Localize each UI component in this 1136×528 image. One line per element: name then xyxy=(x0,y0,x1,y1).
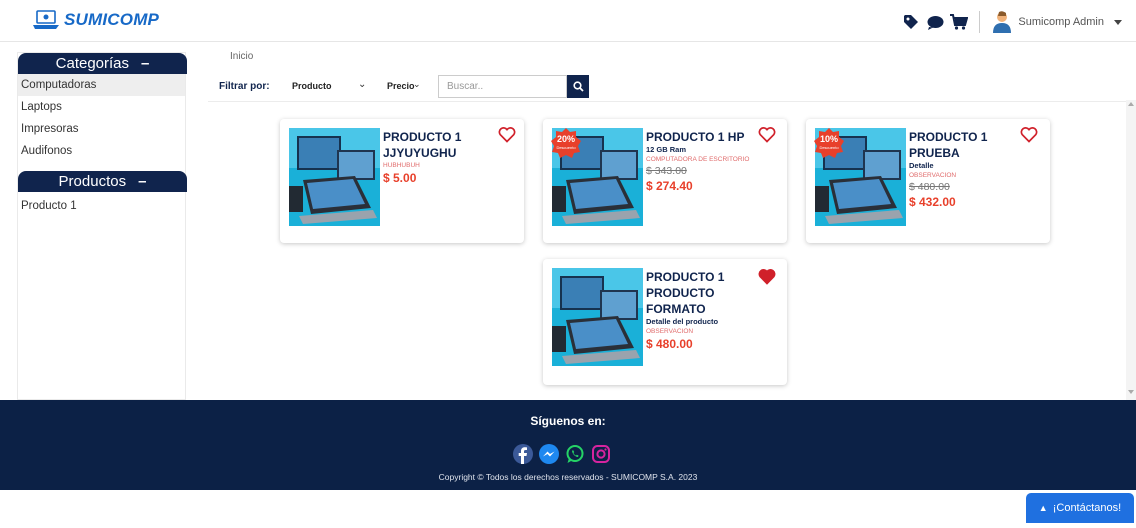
breadcrumb[interactable]: Inicio xyxy=(230,51,253,62)
brand-logo[interactable]: SUMICOMP xyxy=(32,10,159,30)
heart-outline-icon[interactable] xyxy=(1020,126,1038,143)
sidebar-item-laptops[interactable]: Laptops xyxy=(18,96,185,118)
precio-filter-select[interactable]: Precio xyxy=(387,81,415,91)
product-price: $ 432.00 xyxy=(909,195,956,209)
product-price: $ 480.00 xyxy=(646,337,693,351)
product-card[interactable]: PRODUCTO 1 PRODUCTO FORMATO Detalle del … xyxy=(543,259,787,385)
product-detail: Detalle del producto xyxy=(646,317,719,326)
filter-label: Filtrar por: xyxy=(219,81,270,92)
categories-header[interactable]: Categorías – xyxy=(18,53,187,74)
product-name[interactable]: PRODUCTO 1 JJYUYUGHU xyxy=(383,129,503,161)
heart-outline-icon[interactable] xyxy=(498,126,516,143)
contact-button[interactable]: ▲ ¡Contáctanos! xyxy=(1026,493,1134,523)
product-detail: 12 GB Ram xyxy=(646,145,687,154)
product-price: $ 5.00 xyxy=(383,171,417,185)
brand-name: SUMICOMP xyxy=(64,10,160,29)
cart-icon[interactable] xyxy=(949,12,969,32)
product-price: $ 274.40 xyxy=(646,179,693,193)
product-category: OBSERVACION xyxy=(909,172,957,179)
comment-icon[interactable] xyxy=(925,12,945,32)
chevron-up-icon: ▲ xyxy=(1038,503,1048,513)
sidebar-item-impresoras[interactable]: Impresoras xyxy=(18,118,185,140)
tag-icon[interactable] xyxy=(901,12,921,32)
messenger-icon[interactable] xyxy=(539,444,559,469)
discount-label: Descuento xyxy=(556,145,576,150)
scrollbar[interactable] xyxy=(1126,100,1136,400)
nav-separator xyxy=(979,11,981,33)
product-card[interactable]: 20% Descuento PRODUCTO 1 HP 12 GB Ram CO… xyxy=(543,119,787,243)
product-image[interactable] xyxy=(289,128,380,226)
heart-filled-icon[interactable] xyxy=(758,268,776,285)
footer-title: Síguenos en: xyxy=(530,414,606,428)
user-menu-caret-icon[interactable] xyxy=(1114,19,1122,25)
products-header[interactable]: Productos – xyxy=(18,171,187,192)
sidebar-item-computadoras[interactable]: Computadoras xyxy=(18,74,185,96)
product-name[interactable]: PRODUCTO 1 PRODUCTO FORMATO xyxy=(646,269,766,317)
discount-label: Descuento xyxy=(819,145,839,150)
search-input[interactable] xyxy=(438,75,567,98)
copyright-text: Copyright © Todos los derechos reservado… xyxy=(438,472,698,482)
product-name[interactable]: PRODUCTO 1 PRUEBA xyxy=(909,129,1029,161)
search-button[interactable] xyxy=(567,75,589,98)
product-category: HUBHUBUH xyxy=(383,162,420,169)
user-avatar-icon[interactable] xyxy=(992,11,1012,33)
product-old-price: $ 480.00 xyxy=(909,181,950,193)
instagram-icon[interactable] xyxy=(591,444,611,469)
sidebar: Categorías – Computadoras Laptops Impres… xyxy=(17,52,187,400)
laptop-logo-icon xyxy=(32,10,62,30)
heart-outline-icon[interactable] xyxy=(758,126,776,143)
filter-bar: Filtrar por: Producto ⌄ Precio ⌄ xyxy=(208,72,1136,102)
chevron-down-icon[interactable]: ⌄ xyxy=(413,79,421,90)
product-name[interactable]: PRODUCTO 1 HP xyxy=(646,129,766,145)
categories-title: Categorías xyxy=(55,55,130,72)
scroll-up-icon[interactable] xyxy=(1128,102,1134,106)
product-card[interactable]: 10% Descuento PRODUCTO 1 PRUEBA Detalle … xyxy=(806,119,1050,243)
facebook-icon[interactable] xyxy=(513,444,533,469)
discount-badge: 10% Descuento xyxy=(814,128,844,158)
user-name[interactable]: Sumicomp Admin xyxy=(1018,16,1104,28)
discount-percent: 10% xyxy=(819,134,838,144)
discount-percent: 20% xyxy=(556,134,575,144)
sidebar-item-producto-1[interactable]: Producto 1 xyxy=(18,195,185,217)
product-card[interactable]: PRODUCTO 1 JJYUYUGHU HUBHUBUH $ 5.00 xyxy=(280,119,524,243)
scroll-down-icon[interactable] xyxy=(1128,390,1134,394)
contact-label: ¡Contáctanos! xyxy=(1052,502,1122,514)
product-detail: Detalle xyxy=(909,161,934,170)
sidebar-item-audifonos[interactable]: Audifonos xyxy=(18,140,185,162)
collapse-icon[interactable]: – xyxy=(138,173,146,190)
top-navbar: SUMICOMP Sumicomp Admin xyxy=(0,0,1136,42)
search-icon xyxy=(572,81,584,92)
product-image[interactable] xyxy=(552,268,643,366)
product-old-price: $ 343.00 xyxy=(646,165,687,177)
footer: Síguenos en: Copyright © Todos los derec… xyxy=(0,400,1136,490)
products-title: Productos xyxy=(58,173,127,190)
collapse-icon[interactable]: – xyxy=(141,55,149,72)
product-category: OBSERVACION xyxy=(646,328,694,335)
whatsapp-icon[interactable] xyxy=(565,444,585,469)
product-category: COMPUTADORA DE ESCRITORIO xyxy=(646,156,750,163)
producto-filter-select[interactable]: Producto xyxy=(292,81,332,91)
discount-badge: 20% Descuento xyxy=(551,128,581,158)
chevron-down-icon[interactable]: ⌄ xyxy=(358,79,366,90)
